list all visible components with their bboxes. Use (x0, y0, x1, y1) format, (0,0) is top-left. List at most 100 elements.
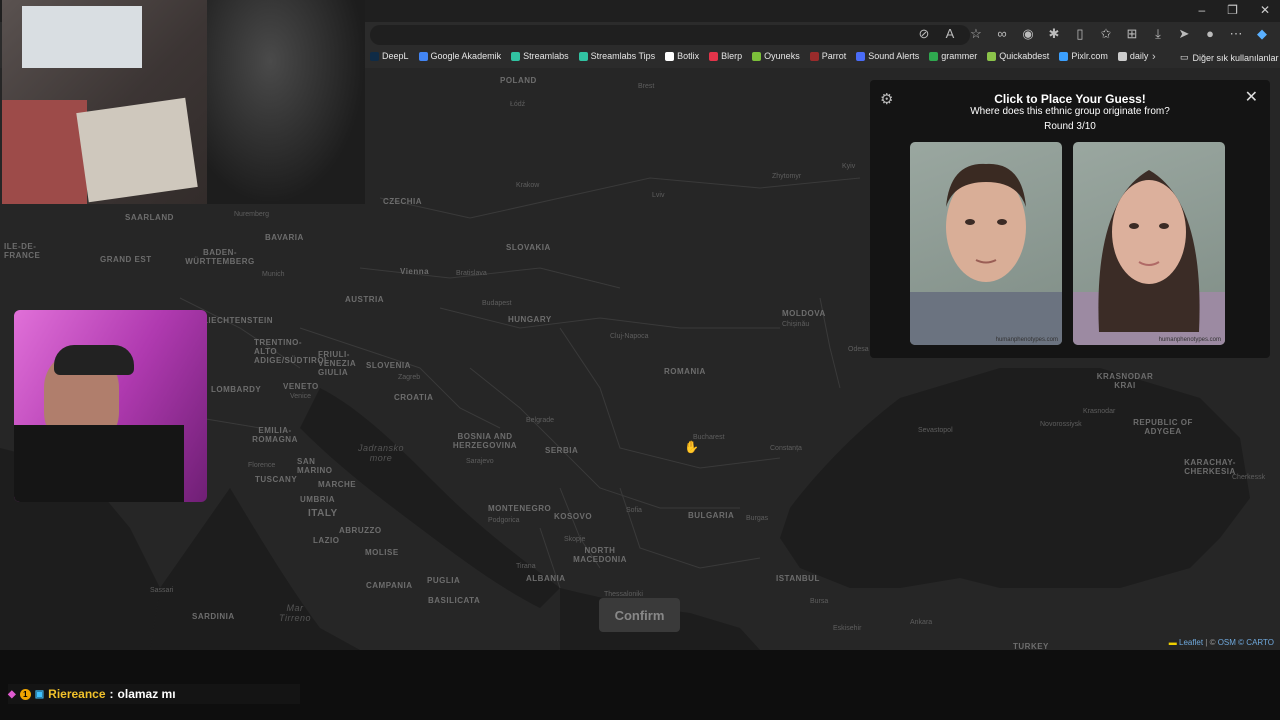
label-bosnia: BOSNIA AND HERZEGOVINA (452, 432, 518, 450)
bookmark-label: Oyuneks (764, 51, 800, 61)
panel-title: Click to Place Your Guess! (994, 92, 1146, 106)
bits-icon: ◆ (8, 688, 16, 700)
sea-adriatic: Jadransko more (357, 443, 405, 463)
read-aloud-icon[interactable]: A (942, 26, 958, 42)
label-istanbul: ISTANBUL (776, 574, 820, 583)
eye-off-icon[interactable]: ⊘ (916, 26, 932, 42)
streamer-figure (207, 0, 365, 204)
share-icon[interactable]: ➤ (1176, 26, 1192, 42)
other-bookmarks-label: Diğer sık kullanılanlar (1192, 52, 1279, 63)
label-montenegro: MONTENEGRO (488, 504, 552, 513)
city-novorossiysk: Novorossiysk (1040, 421, 1082, 428)
label-sardinia: SARDINIA (192, 612, 235, 621)
city-bratislava: Bratislava (456, 270, 487, 277)
bookmark-favicon-icon (809, 51, 819, 61)
bookmark-label: Botlix (677, 51, 700, 61)
bookmark-favicon-icon (578, 51, 588, 61)
copilot-icon[interactable]: ◆ (1254, 26, 1270, 42)
city-lodz: Łódź (510, 101, 526, 108)
chat-separator: : (109, 687, 114, 701)
city-sofia: Sofia (626, 507, 642, 514)
bookmark-label: Google Akademik (430, 51, 502, 61)
attribution-separator: | © (1203, 638, 1218, 647)
label-lazio: LAZIO (313, 536, 340, 545)
extension-icon[interactable]: ∞ (994, 26, 1010, 42)
close-window-icon[interactable]: ✕ (1260, 3, 1270, 17)
bookmark-favicon-icon (709, 51, 719, 61)
city-krakow: Krakow (516, 182, 540, 189)
carto-link[interactable]: © CARTO (1238, 638, 1274, 647)
label-tuscany: TUSCANY (255, 475, 298, 484)
city-budapest: Budapest (482, 300, 512, 307)
bookmark-item[interactable]: Sound Alerts (856, 51, 919, 61)
label-slovenia: SLOVENIA (366, 361, 411, 370)
minimize-icon[interactable]: – (1198, 3, 1205, 17)
bookmark-item[interactable]: daily (1117, 51, 1148, 61)
label-puglia: PUGLIA (427, 576, 461, 585)
bookmark-item[interactable]: Google Akademik (418, 51, 502, 61)
label-veneto: VENETO (283, 382, 319, 391)
city-brest: Brest (638, 83, 655, 90)
label-bavaria: BAVARIA (265, 233, 304, 242)
bookmark-item[interactable]: grammer (929, 51, 977, 61)
bookmarks-overflow-icon[interactable]: › (1152, 51, 1156, 63)
bookmark-item[interactable]: Pixlr.com (1059, 51, 1108, 61)
chat-username[interactable]: Riereance (48, 687, 105, 701)
city-zagreb: Zagreb (398, 374, 421, 381)
label-lombardy: LOMBARDY (211, 385, 262, 394)
collections-icon[interactable]: ⊞ (1124, 26, 1140, 42)
maximize-icon[interactable]: ❐ (1227, 3, 1238, 17)
label-croatia: CROATIA (394, 393, 434, 402)
profile-icon[interactable]: ● (1202, 26, 1218, 42)
bookmark-item[interactable]: Streamlabs (511, 51, 569, 61)
favorites-icon[interactable]: ✩ (1098, 26, 1114, 42)
bookmark-item[interactable]: DeepL (370, 51, 409, 61)
window-background (22, 6, 142, 68)
other-bookmarks[interactable]: ▭ Diğer sık kullanılanlar (1180, 52, 1279, 63)
bookmark-item[interactable]: Quickabdest (987, 51, 1049, 61)
city-venice: Venice (290, 393, 312, 400)
chat-message: ◆ 1 ▣ Riereance : olamaz mı (8, 684, 300, 704)
osm-link[interactable]: OSM (1218, 638, 1236, 647)
panel-question: Where does this ethnic group originate f… (970, 106, 1170, 117)
label-north-macedonia: NORTH MACEDONIA (573, 546, 627, 564)
city-thessaloniki: Thessaloniki (604, 591, 643, 598)
confirm-button[interactable]: Confirm (599, 598, 680, 632)
audio-icon[interactable]: ◉ (1020, 26, 1036, 42)
label-liechtenstein: LIECHTENSTEIN (203, 316, 274, 325)
bookmark-label: Quickabdest (999, 51, 1050, 61)
url-field[interactable] (370, 25, 970, 45)
chat-text: olamaz mı (117, 687, 176, 701)
bookmark-item[interactable]: Streamlabs Tips (578, 51, 655, 61)
adriatic-sea (300, 388, 560, 608)
bookmark-favicon-icon (856, 51, 866, 61)
bookmark-item[interactable]: Blerp (709, 51, 742, 61)
bookmark-label: Pixlr.com (1071, 51, 1108, 61)
bookmark-favicon-icon (511, 51, 521, 61)
bookmark-favicon-icon (987, 51, 997, 61)
bookmark-item[interactable]: Botlix (665, 51, 699, 61)
label-poland: POLAND (500, 76, 537, 85)
guess-panel: ⚙ ✕ Click to Place Your Guess! Where doe… (870, 80, 1270, 358)
leaflet-link[interactable]: Leaflet (1179, 638, 1203, 647)
split-icon[interactable]: ▯ (1072, 26, 1088, 42)
label-umbria: UMBRIA (300, 495, 335, 504)
label-abruzzo: ABRUZZO (339, 526, 382, 535)
puzzle-icon[interactable]: ✱ (1046, 26, 1062, 42)
download-icon[interactable]: ⤓ (1150, 26, 1166, 42)
badge-icon: ▣ (34, 688, 45, 700)
label-trentino: TRENTINO-ALTO ADIGE/SÜDTIROL (254, 338, 330, 365)
city-krasnodar: Krasnodar (1083, 408, 1116, 415)
label-ile-de-france: ILE-DE-FRANCE (4, 242, 41, 260)
star-icon[interactable]: ☆ (968, 26, 984, 42)
more-icon[interactable]: ⋯ (1228, 26, 1244, 42)
bookmark-item[interactable]: Parrot (809, 51, 846, 61)
label-romania: ROMANIA (664, 367, 706, 376)
label-moldova: MOLDOVA (782, 309, 826, 318)
person-body (14, 425, 184, 502)
bookmark-label: Streamlabs (523, 51, 569, 61)
label-baden: BADEN-WÜRTTEMBERG (185, 248, 255, 266)
city-skopje: Skopje (564, 536, 586, 543)
bookmark-favicon-icon (929, 51, 939, 61)
bookmark-item[interactable]: Oyuneks (752, 51, 800, 61)
